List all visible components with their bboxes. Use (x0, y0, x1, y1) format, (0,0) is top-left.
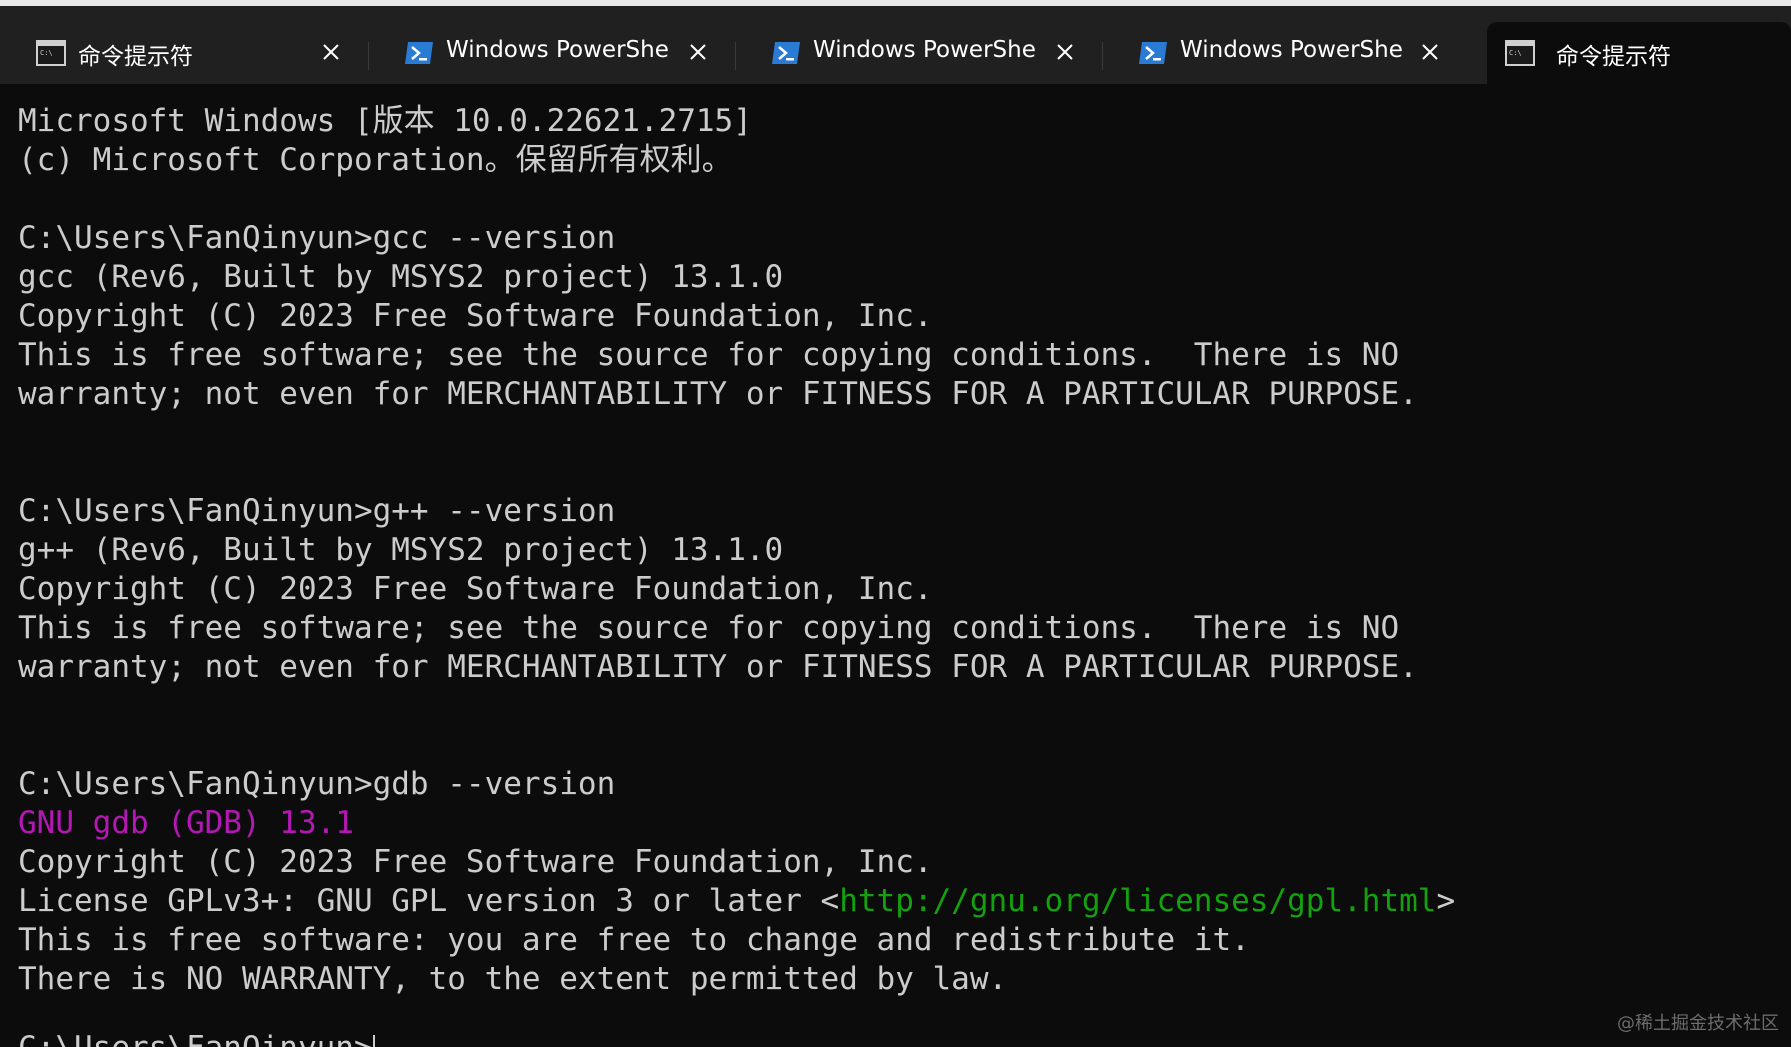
current-prompt[interactable]: C:\Users\FanQinyun> (18, 1029, 375, 1047)
close-icon[interactable] (318, 39, 344, 65)
terminal-line: There is NO WARRANTY, to the extent perm… (18, 961, 1008, 997)
terminal-line: Microsoft Windows [版本 10.0.22621.2715] (18, 103, 752, 139)
tab-powershell-3[interactable]: Windows PowerShell (1102, 22, 1487, 84)
prompt-text: C:\Users\FanQinyun> (18, 1030, 373, 1047)
tab-label: 命令提示符 (78, 44, 193, 70)
terminal-line: Copyright (C) 2023 Free Software Foundat… (18, 571, 933, 607)
close-icon[interactable] (685, 39, 711, 65)
gdb-banner: GNU gdb (GDB) 13.1 (18, 805, 354, 841)
tab-bar: C:\ 命令提示符 Windows PowerShell Windows Pow… (0, 6, 1791, 84)
cmd-icon: C:\ (1505, 40, 1535, 66)
terminal-line: C:\Users\FanQinyun>gcc --version (18, 220, 616, 256)
powershell-icon (1138, 40, 1168, 66)
terminal-line: gcc (Rev6, Built by MSYS2 project) 13.1.… (18, 259, 784, 295)
terminal-line: g++ (Rev6, Built by MSYS2 project) 13.1.… (18, 532, 784, 568)
watermark: @稀土掘金技术社区 (1617, 1013, 1779, 1034)
close-icon[interactable] (1417, 39, 1443, 65)
tab-label: 命令提示符 (1556, 44, 1671, 70)
terminal-line: Copyright (C) 2023 Free Software Foundat… (18, 298, 933, 334)
text-cursor (372, 1034, 375, 1047)
tab-cmd-active[interactable]: C:\ 命令提示符 (1487, 22, 1791, 84)
terminal-line: C:\Users\FanQinyun>g++ --version (18, 493, 616, 529)
tab-label: Windows PowerShell (813, 37, 1035, 63)
tab-powershell-2[interactable]: Windows PowerShell (735, 22, 1103, 84)
terminal-line: (c) Microsoft Corporation。保留所有权利。 (18, 142, 733, 178)
tab-cmd-1[interactable]: C:\ 命令提示符 (0, 22, 369, 84)
tab-powershell-1[interactable]: Windows PowerShell (368, 22, 736, 84)
license-suffix: > (1436, 883, 1456, 919)
svg-text:C:\: C:\ (1509, 49, 1522, 57)
terminal-line: This is free software; see the source fo… (18, 610, 1400, 646)
tab-label: Windows PowerShell (1180, 37, 1402, 63)
terminal-line: Copyright (C) 2023 Free Software Foundat… (18, 844, 933, 880)
powershell-icon (404, 40, 434, 66)
terminal-output[interactable]: Microsoft Windows [版本 10.0.22621.2715] (… (0, 84, 1791, 1047)
svg-text:C:\: C:\ (40, 49, 53, 57)
tab-label: Windows PowerShell (446, 37, 668, 63)
close-icon[interactable] (1052, 39, 1078, 65)
license-line: License GPLv3+: GNU GPL version 3 or lat… (18, 882, 1455, 921)
terminal-line: This is free software; see the source fo… (18, 337, 1400, 373)
terminal-line: C:\Users\FanQinyun>gdb --version (18, 766, 616, 802)
powershell-icon (771, 40, 801, 66)
terminal-line: warranty; not even for MERCHANTABILITY o… (18, 376, 1418, 412)
license-link[interactable]: http://gnu.org/licenses/gpl.html (839, 883, 1436, 919)
terminal-line: warranty; not even for MERCHANTABILITY o… (18, 649, 1418, 685)
license-prefix: License GPLv3+: GNU GPL version 3 or lat… (18, 883, 840, 919)
cmd-icon: C:\ (36, 40, 66, 66)
terminal-line: This is free software: you are free to c… (18, 922, 1250, 958)
